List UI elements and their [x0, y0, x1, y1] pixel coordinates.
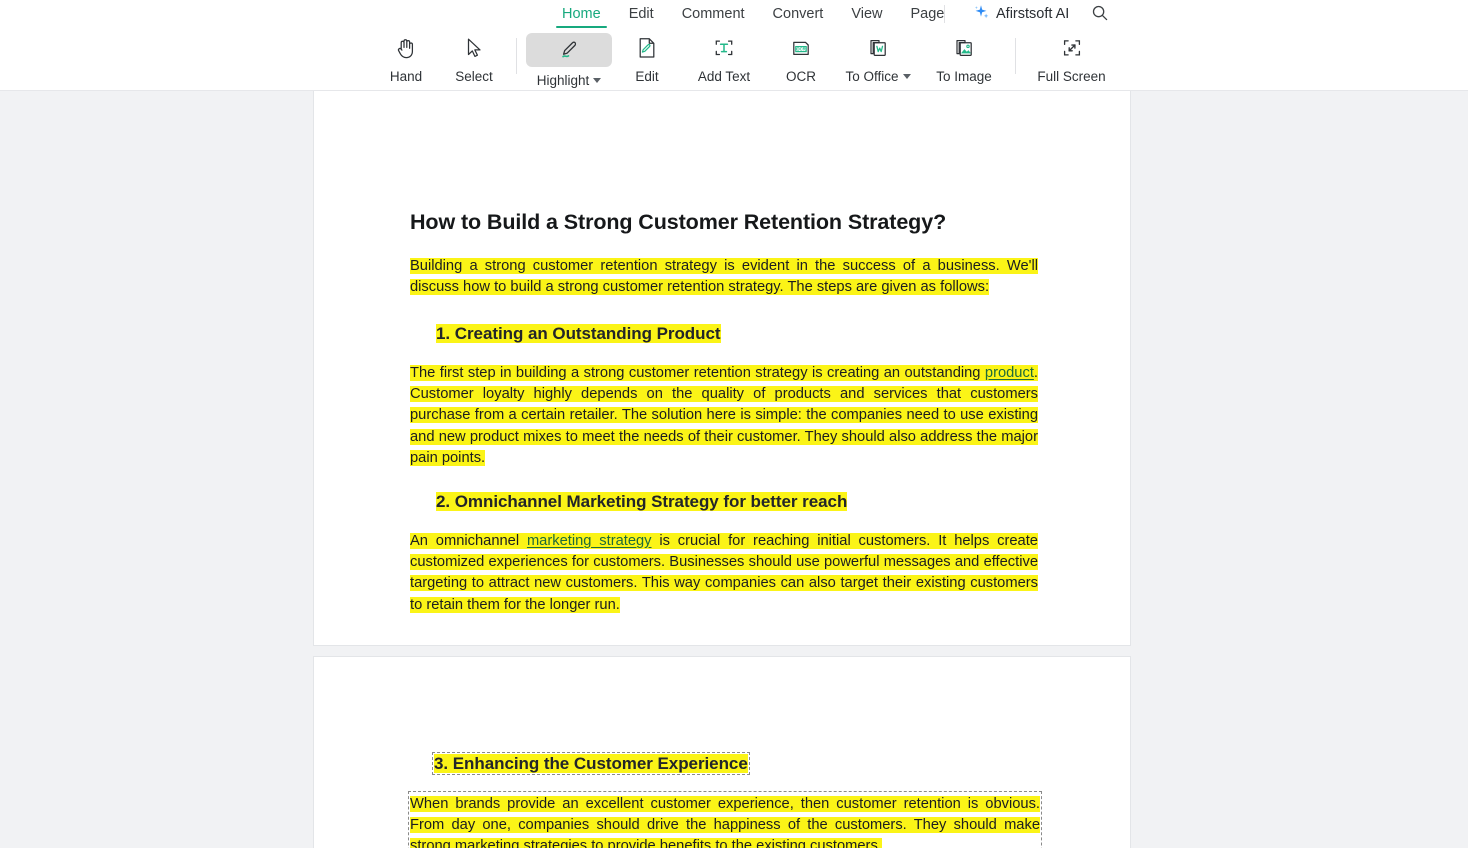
full-screen-icon: [1050, 33, 1094, 63]
chevron-down-icon[interactable]: [593, 78, 602, 83]
section-1-heading-text: 1. Creating an Outstanding Product: [436, 324, 721, 343]
section-1-paragraph: The first step in building a strong cust…: [410, 363, 1038, 469]
menu-tab-comment[interactable]: Comment: [668, 0, 759, 28]
menu-tab-convert[interactable]: Convert: [759, 0, 838, 28]
menu-tab-edit[interactable]: Edit: [615, 0, 668, 28]
section-3-heading[interactable]: 3. Enhancing the Customer Experience: [432, 752, 1038, 775]
tool-ocr-label: OCR: [786, 69, 816, 84]
afirstsoft-ai-button[interactable]: Afirstsoft AI: [972, 2, 1069, 26]
menu-tab-view-label: View: [851, 6, 883, 22]
page1-intro-text: Building a strong customer retention str…: [410, 258, 1038, 296]
tool-hand[interactable]: Hand: [372, 28, 440, 84]
ocr-icon: OCR: [779, 33, 823, 63]
document-viewport[interactable]: also has the tendency to retain its cust…: [0, 91, 1468, 848]
to-office-icon: [856, 33, 900, 63]
tool-edit-label: Edit: [635, 69, 659, 84]
ribbon-toolbar: Hand Select Highlight Edit Add Text OCR …: [0, 28, 1468, 90]
tool-to-office-text: To Office: [845, 69, 899, 84]
section-3-paragraph[interactable]: When brands provide an excellent custome…: [408, 791, 1042, 848]
section-1-heading: 1. Creating an Outstanding Product: [436, 324, 1038, 344]
menu-tab-page-label: Page: [910, 6, 945, 22]
hand-icon: [384, 33, 428, 63]
section-1-product-link[interactable]: product: [984, 365, 1034, 381]
tool-highlight-text: Highlight: [536, 73, 590, 88]
menu-tab-comment-label: Comment: [681, 6, 745, 22]
tool-full-screen[interactable]: Full Screen: [1024, 28, 1119, 84]
sparkle-icon: [972, 3, 990, 26]
tool-highlight-label: Highlight: [537, 73, 602, 88]
section-1-text-before-link: The first step in building a strong cust…: [410, 365, 985, 381]
tool-to-image[interactable]: To Image: [921, 28, 1007, 84]
top-bar: Home Edit Comment Convert View Page Afir…: [0, 0, 1468, 91]
section-2-marketing-strategy-link[interactable]: marketing strategy: [526, 533, 652, 549]
tool-to-office-label: To Office: [845, 69, 911, 84]
section-2-paragraph: An omnichannel marketing strategy is cru…: [410, 531, 1038, 616]
cursor-icon: [452, 33, 496, 63]
menu-tab-home[interactable]: Home: [548, 0, 615, 28]
menu-tab-view[interactable]: View: [837, 0, 896, 28]
page1-heading: How to Build a Strong Customer Retention…: [410, 210, 947, 234]
tool-hand-label: Hand: [389, 69, 423, 84]
tool-to-image-label: To Image: [936, 69, 992, 84]
tool-edit[interactable]: Edit: [613, 28, 681, 84]
section-2-heading: 2. Omnichannel Marketing Strategy for be…: [436, 492, 1038, 512]
section-2-text-before-link: An omnichannel: [410, 533, 527, 549]
svg-text:OCR: OCR: [796, 47, 805, 52]
menu-divider: [944, 5, 945, 23]
tool-ocr[interactable]: OCR OCR: [767, 28, 835, 84]
menu-tab-home-label: Home: [562, 6, 601, 22]
pdf-page-1[interactable]: also has the tendency to retain its cust…: [313, 91, 1131, 646]
section-3-text: When brands provide an excellent custome…: [410, 796, 1040, 848]
add-text-icon: [702, 33, 746, 63]
ribbon-divider-1: [516, 38, 517, 74]
tool-add-text-label: Add Text: [697, 69, 751, 84]
tool-select-label: Select: [455, 69, 493, 84]
highlighter-pen-icon: [526, 33, 612, 67]
menu-tab-list: Home Edit Comment Convert View Page: [548, 0, 958, 28]
afirstsoft-ai-label: Afirstsoft AI: [996, 6, 1070, 22]
chevron-down-icon[interactable]: [902, 74, 911, 79]
tool-full-screen-label: Full Screen: [1037, 69, 1106, 84]
menu-tab-edit-label: Edit: [628, 6, 654, 22]
section-3-heading-text: 3. Enhancing the Customer Experience: [432, 752, 750, 775]
pdf-editor-window: Home Edit Comment Convert View Page Afir…: [0, 0, 1468, 848]
ribbon-divider-2: [1015, 38, 1016, 74]
tool-add-text[interactable]: Add Text: [681, 28, 767, 84]
ribbon-tool-group: Hand Select Highlight Edit Add Text OCR …: [372, 28, 1119, 88]
section-2-heading-text: 2. Omnichannel Marketing Strategy for be…: [436, 492, 848, 511]
tool-select[interactable]: Select: [440, 28, 508, 84]
edit-document-icon: [625, 33, 669, 63]
search-icon[interactable]: [1091, 4, 1109, 22]
menu-tab-convert-label: Convert: [772, 6, 824, 22]
tool-highlight[interactable]: Highlight: [525, 28, 613, 88]
menu-bar: Home Edit Comment Convert View Page Afir…: [0, 0, 1468, 28]
to-image-icon: [942, 33, 986, 63]
menu-tab-page[interactable]: Page: [897, 0, 959, 28]
pdf-page-2[interactable]: 3. Enhancing the Customer Experience Whe…: [313, 656, 1131, 848]
page1-intro-paragraph: Building a strong customer retention str…: [410, 256, 1038, 298]
tool-to-office[interactable]: To Office: [835, 28, 921, 84]
